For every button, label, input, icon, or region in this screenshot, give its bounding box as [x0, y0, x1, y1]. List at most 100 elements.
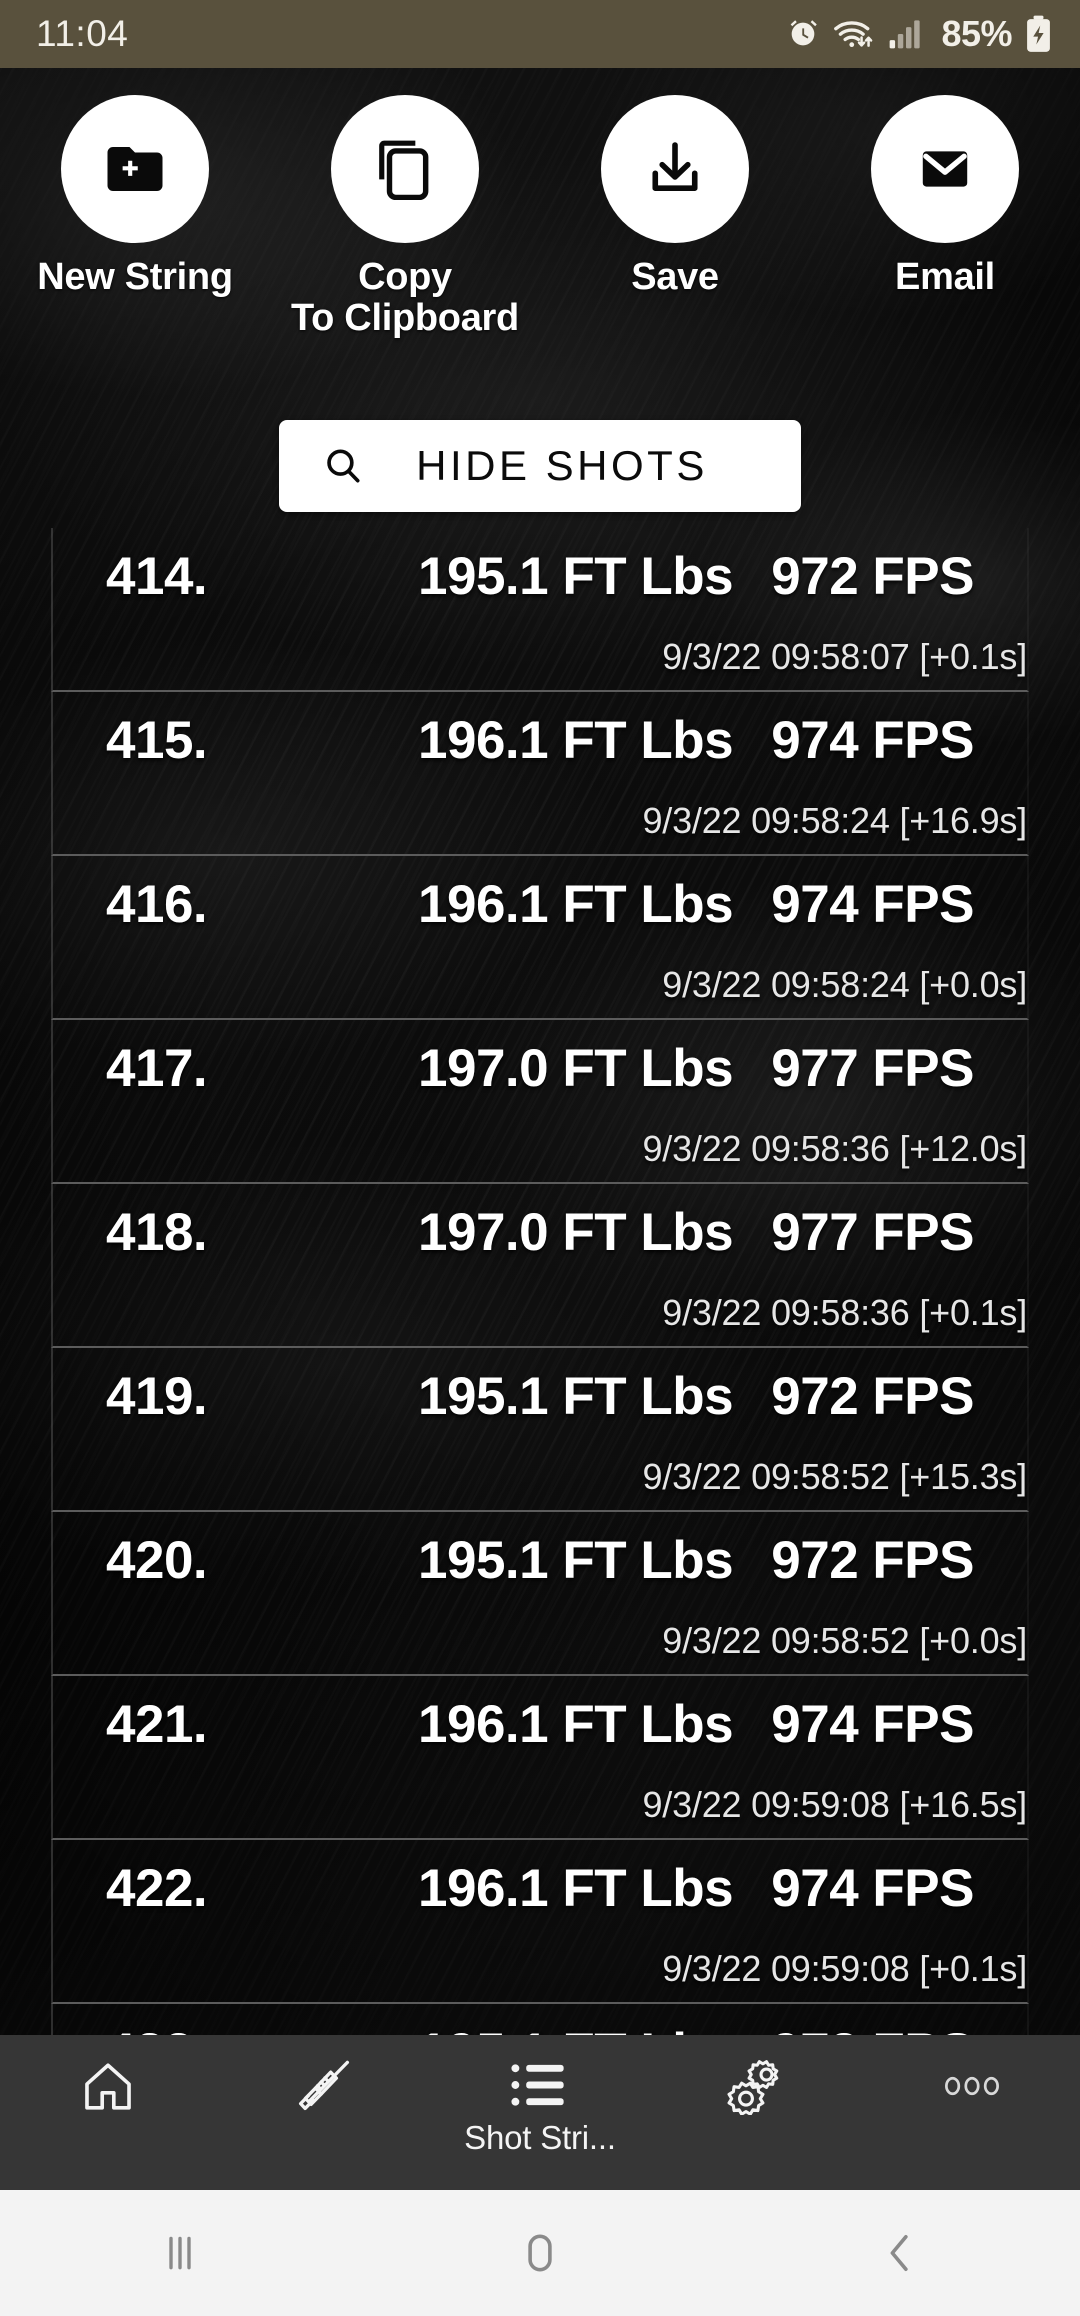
email-button[interactable]: Email — [810, 68, 1080, 353]
copy-circle[interactable] — [331, 95, 479, 243]
bottom-navigation-bar: Shot Stri... — [0, 2035, 1080, 2190]
back-icon — [873, 2226, 927, 2280]
shot-index: 417. — [106, 1038, 208, 1098]
phone-screen: 11:04 85% New String Copy To Clipboard S… — [0, 0, 1080, 2316]
gears-icon — [725, 2057, 787, 2115]
shot-row-main: 415. 196.1 FT Lbs 974 FPS — [106, 692, 974, 788]
shot-index: 420. — [106, 1530, 208, 1590]
shot-timestamp: 9/3/22 09:58:24 [+16.9s] — [642, 800, 1027, 841]
hide-shots-label: HIDE SHOTS — [416, 442, 708, 489]
shot-timestamp: 9/3/22 09:59:08 [+16.5s] — [642, 1784, 1027, 1825]
hide-shots-container: HIDE SHOTS — [0, 420, 1080, 512]
shot-timestamp: 9/3/22 09:58:52 [+0.0s] — [662, 1620, 1027, 1661]
table-row[interactable]: 422. 196.1 FT Lbs 974 FPS 9/3/22 09:59:08 [… — [51, 1840, 1029, 2004]
nav-item-more[interactable] — [864, 2035, 1080, 2121]
back-button[interactable] — [720, 2226, 1080, 2280]
shot-row-main: 421. 196.1 FT Lbs 974 FPS — [106, 1676, 974, 1772]
save-circle[interactable] — [601, 95, 749, 243]
shot-row-main: 420. 195.1 FT Lbs 972 FPS — [106, 1512, 974, 1608]
status-bar: 11:04 85% — [0, 0, 1080, 68]
table-row[interactable]: 418. 197.0 FT Lbs 977 FPS 9/3/22 09:58:36 [… — [51, 1184, 1029, 1348]
shot-energy: 195.1 FT Lbs — [418, 1366, 734, 1426]
table-row[interactable]: 423. 195.1 FT Lbs 972 FPS — [51, 2004, 1029, 2035]
shot-energy: 196.1 FT Lbs — [418, 710, 734, 770]
shot-energy: 196.1 FT Lbs — [418, 1858, 734, 1918]
shot-index: 418. — [106, 1202, 208, 1262]
folder-plus-icon — [102, 136, 168, 202]
shot-row-main: 416. 196.1 FT Lbs 974 FPS — [106, 856, 974, 952]
shot-speed: 972 FPS — [771, 546, 974, 606]
shot-row-main: 422. 196.1 FT Lbs 974 FPS — [106, 1840, 974, 1936]
recents-button[interactable] — [0, 2226, 360, 2280]
nav-label-shot-strings: Shot Stri... — [464, 2119, 616, 2156]
shot-speed: 974 FPS — [771, 710, 974, 770]
shot-timestamp: 9/3/22 09:58:24 [+0.0s] — [662, 964, 1027, 1005]
shot-speed: 974 FPS — [771, 874, 974, 934]
save-label: Save — [631, 256, 719, 298]
shot-energy: 195.1 FT Lbs — [418, 1530, 734, 1590]
shot-row-main: 414. 195.1 FT Lbs 972 FPS — [106, 528, 974, 624]
shot-index: 421. — [106, 1694, 208, 1754]
shot-speed: 974 FPS — [771, 1858, 974, 1918]
shot-timestamp: 9/3/22 09:59:08 [+0.1s] — [662, 1948, 1027, 1989]
download-icon — [643, 137, 707, 201]
shot-row-main: 419. 195.1 FT Lbs 972 FPS — [106, 1348, 974, 1444]
shot-index: 419. — [106, 1366, 208, 1426]
wifi-icon — [833, 17, 875, 51]
shot-string-list[interactable]: 414. 195.1 FT Lbs 972 FPS 9/3/22 09:58:07 [… — [0, 528, 1080, 2035]
table-row[interactable]: 417. 197.0 FT Lbs 977 FPS 9/3/22 09:58:36 [… — [51, 1020, 1029, 1184]
list-icon — [508, 2057, 572, 2113]
search-icon — [321, 444, 365, 488]
nav-item-home[interactable] — [0, 2035, 216, 2121]
shot-energy: 195.1 FT Lbs — [418, 546, 734, 606]
home-button[interactable] — [360, 2226, 720, 2280]
new-string-label: New String — [37, 256, 233, 298]
home-circle-icon — [513, 2226, 567, 2280]
shot-energy: 195.1 FT Lbs — [418, 2022, 734, 2036]
shot-speed: 977 FPS — [771, 1038, 974, 1098]
action-button-bar: New String Copy To Clipboard Save Email — [0, 68, 1080, 353]
shot-energy: 196.1 FT Lbs — [418, 1694, 734, 1754]
more-dots-icon — [939, 2057, 1005, 2115]
battery-percent-label: 85% — [941, 13, 1012, 54]
shot-index: 416. — [106, 874, 208, 934]
email-icon — [914, 138, 976, 200]
table-row[interactable]: 416. 196.1 FT Lbs 974 FPS 9/3/22 09:58:24 [… — [51, 856, 1029, 1020]
shot-timestamp: 9/3/22 09:58:07 [+0.1s] — [662, 636, 1027, 677]
save-button[interactable]: Save — [540, 68, 810, 353]
shot-speed: 972 FPS — [771, 1366, 974, 1426]
android-system-nav — [0, 2190, 1080, 2316]
copy-to-clipboard-button[interactable]: Copy To Clipboard — [270, 68, 540, 353]
shot-index: 423. — [106, 2022, 208, 2036]
shot-energy: 197.0 FT Lbs — [418, 1038, 734, 1098]
shot-row-main: 417. 197.0 FT Lbs 977 FPS — [106, 1020, 974, 1116]
nav-item-rifle[interactable] — [216, 2035, 432, 2121]
table-row[interactable]: 419. 195.1 FT Lbs 972 FPS 9/3/22 09:58:52 [… — [51, 1348, 1029, 1512]
shot-speed: 972 FPS — [771, 2022, 974, 2036]
shot-timestamp: 9/3/22 09:58:36 [+0.1s] — [662, 1292, 1027, 1333]
copy-icon — [374, 138, 436, 200]
table-row[interactable]: 414. 195.1 FT Lbs 972 FPS 9/3/22 09:58:07 [… — [51, 528, 1029, 692]
new-string-circle[interactable] — [61, 95, 209, 243]
shot-index: 422. — [106, 1858, 208, 1918]
table-row[interactable]: 420. 195.1 FT Lbs 972 FPS 9/3/22 09:58:52 [… — [51, 1512, 1029, 1676]
home-icon — [79, 2057, 137, 2115]
shot-index: 414. — [106, 546, 208, 606]
battery-charging-icon — [1025, 15, 1052, 53]
shot-speed: 977 FPS — [771, 1202, 974, 1262]
shot-timestamp: 9/3/22 09:58:36 [+12.0s] — [642, 1128, 1027, 1169]
alarm-icon — [786, 17, 820, 51]
new-string-button[interactable]: New String — [0, 68, 270, 353]
nav-item-settings[interactable] — [648, 2035, 864, 2121]
table-row[interactable]: 421. 196.1 FT Lbs 974 FPS 9/3/22 09:59:08 [… — [51, 1676, 1029, 1840]
table-row[interactable]: 415. 196.1 FT Lbs 974 FPS 9/3/22 09:58:24 [… — [51, 692, 1029, 856]
email-circle[interactable] — [871, 95, 1019, 243]
shot-energy: 197.0 FT Lbs — [418, 1202, 734, 1262]
shot-row-main: 423. 195.1 FT Lbs 972 FPS — [106, 2004, 974, 2036]
shot-speed: 974 FPS — [771, 1694, 974, 1754]
recents-icon — [153, 2226, 207, 2280]
rifle-icon — [293, 2057, 355, 2115]
nav-item-shot-strings[interactable]: Shot Stri... — [432, 2035, 648, 2157]
hide-shots-button[interactable]: HIDE SHOTS — [279, 420, 801, 512]
signal-icon — [888, 19, 924, 49]
